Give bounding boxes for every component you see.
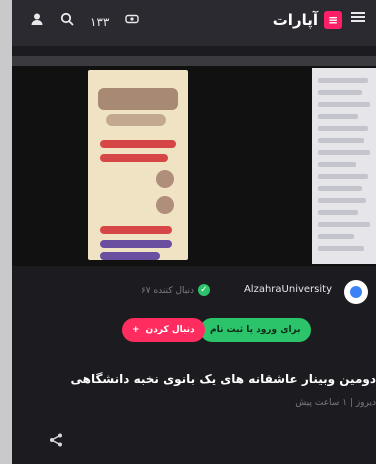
panel-row bbox=[318, 234, 354, 239]
video-player[interactable] bbox=[12, 56, 376, 266]
speaker-photo bbox=[156, 196, 174, 214]
poster-purple-line bbox=[100, 240, 172, 248]
follower-count: ۶۷ دنبال کننده bbox=[140, 286, 194, 296]
channel-row: AlzahraUniversity ✓ ۶۷ دنبال کننده bbox=[12, 270, 376, 310]
channel-avatar[interactable] bbox=[344, 280, 368, 304]
webinar-poster bbox=[88, 70, 188, 260]
action-buttons: برای ورود یا ثبت نام + دنبال کردن bbox=[12, 318, 376, 344]
panel-row bbox=[318, 138, 364, 143]
login-button[interactable]: برای ورود یا ثبت نام bbox=[200, 318, 311, 342]
follow-button[interactable]: + دنبال کردن bbox=[122, 318, 205, 342]
panel-row bbox=[318, 150, 370, 155]
app-logo-text: آپارات bbox=[272, 11, 318, 29]
app-logo[interactable]: آپارات ≡ bbox=[273, 11, 342, 29]
video-title: دومین وبینار عاشقانه های یک بانوی نخبه د… bbox=[70, 372, 376, 386]
panel-row bbox=[318, 246, 364, 251]
poster-subtitle-shape bbox=[106, 114, 166, 126]
eye-icon bbox=[125, 12, 140, 32]
poster-red-line bbox=[100, 154, 168, 162]
plus-icon: + bbox=[132, 325, 140, 335]
logo-mark-icon: ≡ bbox=[324, 11, 342, 29]
view-count: ۱۳۳ bbox=[90, 15, 110, 29]
speaker-photo bbox=[156, 170, 174, 188]
panel-row bbox=[318, 210, 358, 215]
panel-row bbox=[318, 198, 366, 203]
app-container: ۱۳۳ آپارات ≡ AlzahraUniversity ✓ ۶۷ دنبا… bbox=[12, 0, 376, 464]
menu-icon[interactable] bbox=[350, 10, 366, 30]
user-icon[interactable] bbox=[30, 12, 44, 32]
poster-red-line bbox=[100, 226, 172, 234]
channel-name[interactable]: AlzahraUniversity bbox=[244, 284, 332, 295]
meeting-side-panel bbox=[312, 68, 376, 264]
panel-row bbox=[318, 186, 362, 191]
top-bar: ۱۳۳ آپارات ≡ bbox=[12, 0, 376, 46]
poster-title-shape bbox=[98, 88, 178, 110]
panel-row bbox=[318, 114, 358, 119]
share-icon[interactable] bbox=[48, 432, 66, 450]
poster-purple-line bbox=[100, 252, 160, 260]
follow-button-label: دنبال کردن bbox=[145, 325, 195, 335]
login-button-label: برای ورود یا ثبت نام bbox=[210, 325, 301, 335]
poster-red-line bbox=[100, 140, 176, 148]
panel-row bbox=[318, 90, 362, 95]
panel-row bbox=[318, 222, 370, 227]
top-bar-left: ۱۳۳ bbox=[30, 12, 140, 32]
recorded-screen-bar bbox=[12, 56, 376, 66]
search-icon[interactable] bbox=[60, 12, 74, 32]
panel-row bbox=[318, 162, 356, 167]
verified-icon: ✓ bbox=[198, 284, 210, 296]
panel-row bbox=[318, 78, 368, 83]
channel-avatar-mark bbox=[350, 286, 362, 298]
panel-row bbox=[318, 174, 368, 179]
panel-row bbox=[318, 102, 370, 107]
panel-row bbox=[318, 126, 368, 131]
video-meta: دیروز | ۱ ساعت پیش bbox=[295, 398, 376, 408]
top-bar-right: آپارات ≡ bbox=[273, 10, 366, 30]
